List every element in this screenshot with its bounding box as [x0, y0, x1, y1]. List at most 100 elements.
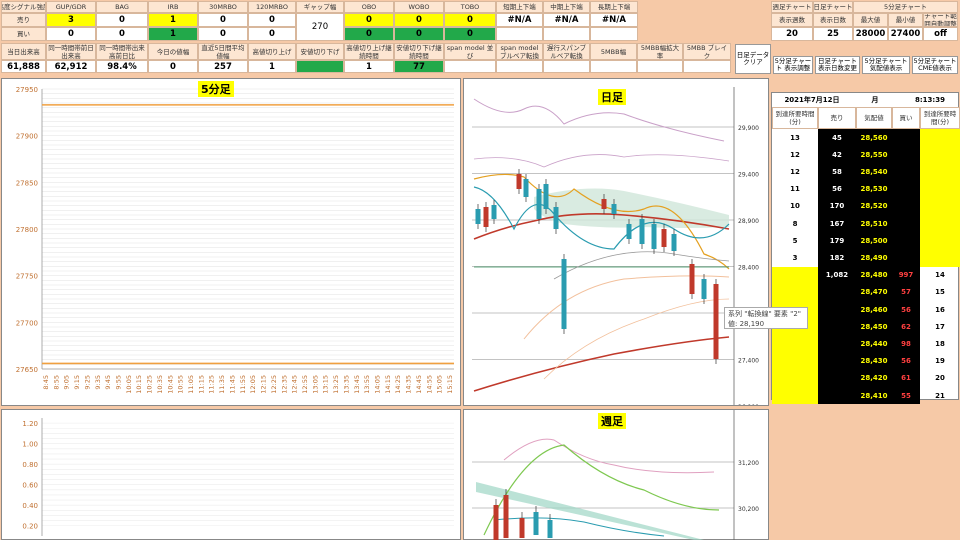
signal-header: 短期上下端: [496, 1, 543, 13]
ob-sell-qty: 56: [818, 180, 856, 198]
candle-body: [713, 284, 719, 359]
ob-buy-time-empty: [920, 197, 960, 215]
ob-col-header: 売り: [818, 107, 856, 129]
x-tick-label: 12:35: [280, 375, 288, 394]
fivemin-display-adjust-button[interactable]: 5分足チャート 表示調整: [773, 56, 813, 74]
stats-value: 98.4%: [96, 60, 148, 73]
buy-value: 0: [248, 27, 296, 41]
y-tick-label: 27950: [16, 86, 38, 94]
ob-sell-time: 13: [790, 133, 800, 142]
x-tick-label: 14:45: [415, 375, 423, 394]
x-tick-label: 14:15: [384, 375, 392, 394]
stats-header: 高値切り上げ: [248, 43, 296, 60]
x-tick-label: 9:25: [83, 375, 91, 390]
x-tick-label: 12:05: [249, 375, 257, 394]
right-top-value: off: [923, 27, 958, 41]
right-top-header: 表示日数: [813, 13, 853, 27]
ob-sell-time: 10: [790, 202, 800, 211]
weekly-chart: 31,200 30,200: [472, 410, 759, 540]
ob-buy-time: 15: [935, 288, 945, 297]
candle-body: [561, 259, 567, 329]
sell-value: 1: [148, 13, 198, 27]
y-tick-label: 28,900: [738, 218, 759, 225]
ob-sell-qty: [818, 352, 856, 370]
ob-weekday: 月: [871, 96, 879, 104]
sell-label: 売り: [1, 13, 46, 27]
ob-buy-time-empty: [920, 215, 960, 233]
stats-header: 安値切り下げ継続時間: [394, 43, 444, 60]
ob-buy-empty: [892, 249, 920, 267]
y-tick-label: 0.20: [22, 523, 38, 531]
fivemin-chart-panel: 27950 27900 27850 27800 27750 27700 27650 8:45 8…: [1, 78, 461, 406]
x-tick-label: 13:15: [322, 375, 330, 394]
indicator-line: [473, 336, 730, 392]
ob-buy-empty: [892, 129, 920, 147]
buy-value: 0: [46, 27, 96, 41]
ob-buy-time: 18: [935, 339, 945, 348]
order-book: 2021年7月12日 月 8:13:39 到達所要時間(分) 売り 気配値 買い 到達所…: [771, 92, 960, 405]
fivemin-quote-button[interactable]: 5分足チャート 気配値表示: [862, 56, 910, 74]
buy-value: 1: [148, 27, 198, 41]
ob-sell-time-empty: [772, 369, 818, 387]
x-tick-label: 13:05: [311, 375, 319, 394]
x-tick-label: 14:55: [425, 375, 433, 394]
x-tick-label: 9:55: [115, 375, 123, 390]
x-tick-label: 8:55: [52, 375, 60, 390]
indicator-line: [483, 444, 720, 536]
candle-body: [483, 207, 489, 227]
ob-price: 28,500: [856, 232, 892, 250]
signal-header: 120MRBO: [248, 1, 296, 13]
stats-header: 当日出来高: [1, 43, 46, 60]
x-tick-label: 14:25: [394, 375, 402, 394]
sell-value: 0: [96, 13, 148, 27]
stats-value: 257: [198, 60, 248, 73]
candle-body: [601, 199, 607, 209]
daily-days-change-button[interactable]: 日足チャート 表示日数変更: [815, 56, 860, 74]
ob-buy-qty: 62: [892, 318, 920, 336]
stats-header: 同一時間帯出来高前日比: [96, 43, 148, 60]
y-tick-label: 29,400: [738, 172, 759, 179]
stats-value: 1: [344, 60, 394, 73]
ob-buy-time: 16: [935, 305, 945, 314]
x-tick-label: 9:15: [73, 375, 81, 390]
ob-buy-time: 17: [935, 322, 945, 331]
ob-buy-qty: 56: [892, 301, 920, 319]
y-tick-label: 26,900: [738, 404, 759, 405]
y-tick-label: 27850: [16, 179, 38, 187]
ob-price: 28,450: [856, 318, 892, 336]
ob-buy-qty: 55: [892, 387, 920, 405]
clear-daily-data-button[interactable]: 日足データ クリア: [735, 44, 771, 74]
candle-body: [536, 189, 542, 219]
tooltip-value: 値: 28,190: [728, 320, 765, 328]
y-tick-label: 27650: [16, 366, 38, 374]
candle-body: [651, 224, 657, 249]
ob-price: 28,540: [856, 163, 892, 181]
indicator-line: [523, 275, 730, 340]
ob-sell-qty: [818, 387, 856, 405]
fivemin-chart-label: 5分足チャート: [853, 1, 958, 13]
ob-buy-time-empty: [920, 163, 960, 181]
x-tick-label: 10:35: [156, 375, 164, 394]
fivemin-cme-button[interactable]: 5分足チャート CME値表示: [912, 56, 958, 74]
candle-body: [503, 495, 509, 538]
signal-header: OBO: [344, 1, 394, 13]
ob-sell-time-empty: [772, 387, 818, 405]
ob-col-header: 到達所要時間(分): [772, 107, 818, 129]
fivemin-chart: 27950 27900 27850 27800 27750 27700 27650 8:45 8…: [16, 86, 454, 394]
y-tick-label: 0.80: [22, 461, 38, 469]
x-tick-label: 9:35: [94, 375, 102, 390]
signal-header: 高度シグナル強度: [1, 1, 46, 13]
ob-price: 28,520: [856, 197, 892, 215]
ob-sell-time: 12: [790, 167, 800, 176]
sell-value: 0: [394, 13, 444, 27]
trend-empty: [496, 27, 543, 41]
stats-header: 高値切り上げ継続時間: [344, 43, 394, 60]
x-tick-label: 10:15: [135, 375, 143, 394]
x-tick-label: 8:45: [42, 375, 50, 390]
sell-value: 0: [444, 13, 496, 27]
weekly-chart-title: 週足: [598, 413, 626, 429]
right-top-header: 表示週数: [771, 13, 813, 27]
stats-header: 今日の値幅: [148, 43, 198, 60]
ob-price: 28,430: [856, 352, 892, 370]
sell-value: 0: [198, 13, 248, 27]
